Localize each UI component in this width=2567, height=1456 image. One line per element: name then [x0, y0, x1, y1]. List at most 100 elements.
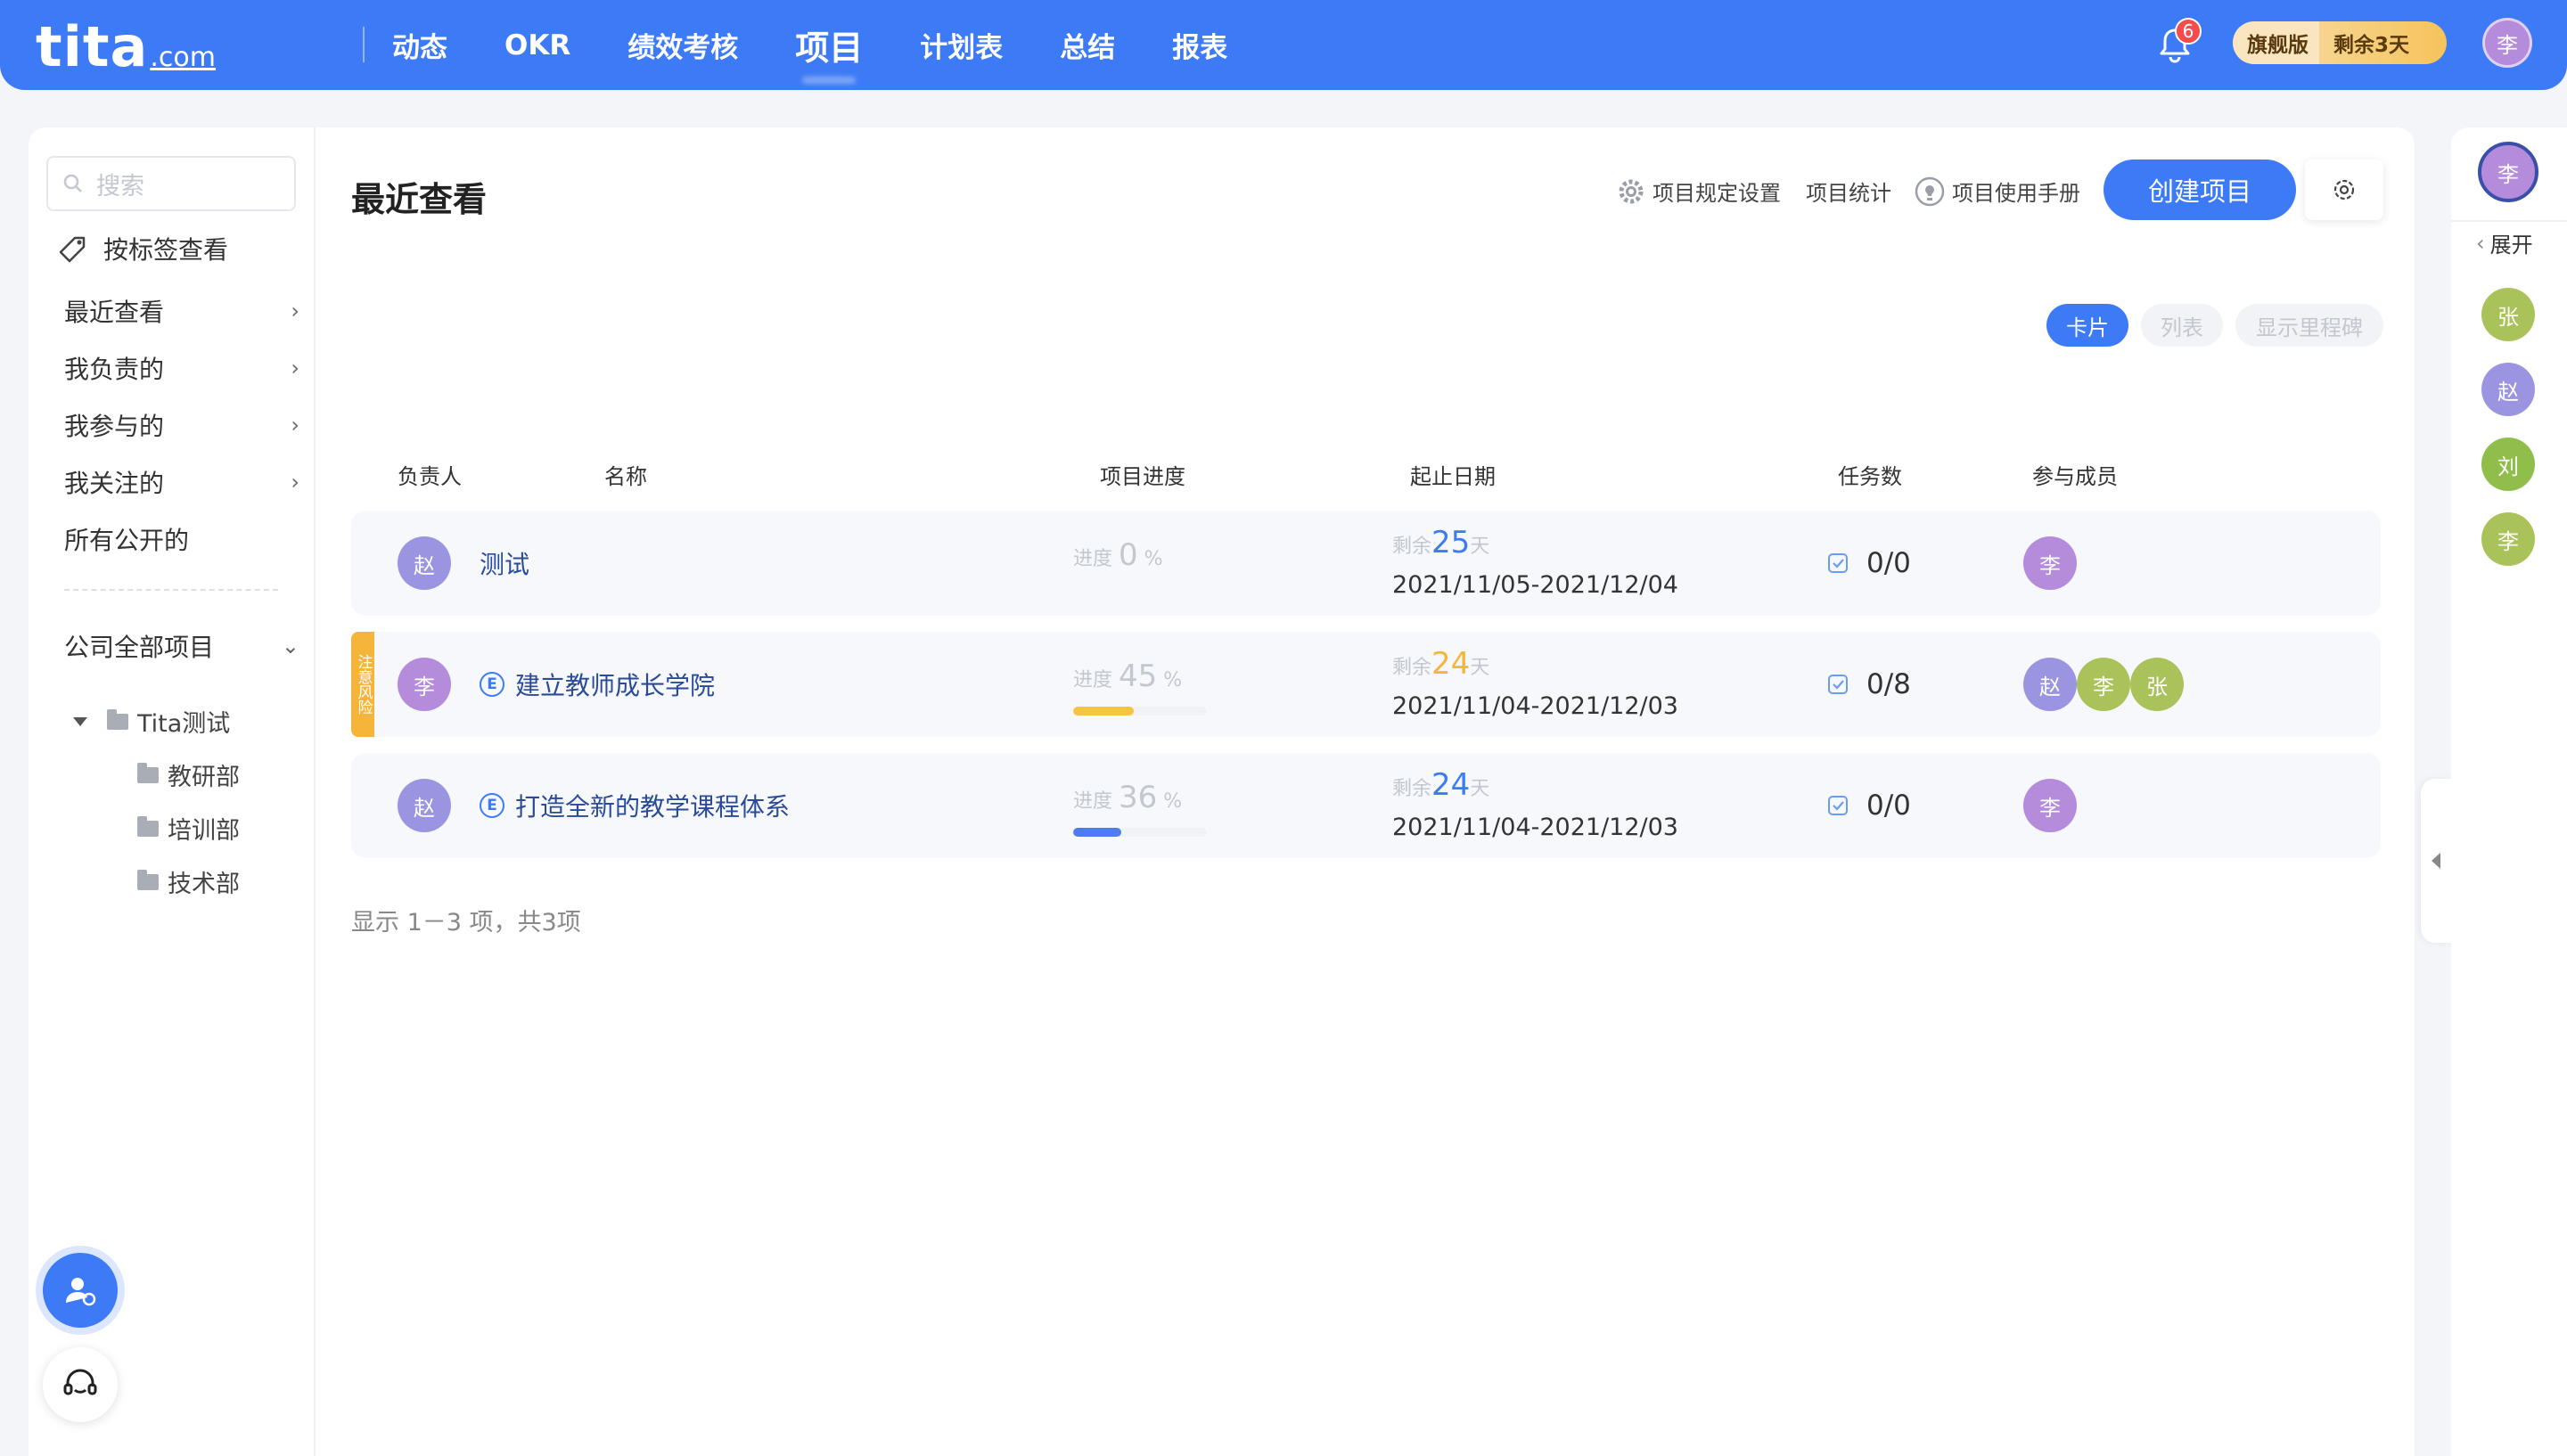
nav-item-summary[interactable]: 总结: [1060, 25, 1115, 65]
remaining-value: 24: [1431, 646, 1471, 682]
nav-item-feed[interactable]: 动态: [392, 25, 447, 65]
task-check-icon: [1828, 675, 1848, 694]
search-icon: [63, 174, 82, 192]
percent-sign: %: [1163, 669, 1183, 691]
table-row[interactable]: 注意风险 李 E 建立教师成长学院 进度 45 % 剩余24天 2021/11/0…: [351, 632, 2381, 737]
member-avatar[interactable]: 李: [2077, 658, 2130, 711]
owner-avatar: 赵: [398, 536, 451, 590]
main-nav: 动态 OKR 绩效考核 项目 计划表 总结 报表: [392, 0, 1284, 90]
member-avatar[interactable]: 张: [2130, 658, 2184, 711]
task-count[interactable]: 0/0: [1827, 511, 1911, 616]
expand-label: 展开: [2489, 233, 2533, 258]
customer-service-button[interactable]: [43, 1347, 118, 1422]
pagination-summary: 显示 1－3 项，共3项: [351, 909, 581, 937]
create-project-button[interactable]: 创建项目: [2104, 160, 2296, 220]
remaining-value: 25: [1431, 525, 1471, 560]
progress-bar: [1073, 828, 1207, 837]
right-member-panel: 李 ‹ 展开 张 赵 刘 李: [2451, 127, 2567, 1456]
sidebar-item-company-projects[interactable]: 公司全部项目 ⌄: [64, 628, 305, 664]
member-avatar[interactable]: 赵: [2023, 658, 2077, 711]
logo-suffix: .com: [150, 42, 216, 73]
member-avatar[interactable]: 赵: [2481, 363, 2535, 416]
tag-view-link[interactable]: 按标签查看: [55, 231, 228, 266]
remaining-days: 剩余24天: [1392, 646, 1489, 682]
percent-sign: %: [1163, 790, 1183, 813]
table-row[interactable]: 赵 测试 进度 0 % 剩余25天 2021/11/05-2021/12/04 …: [351, 511, 2381, 616]
tita-logo[interactable]: tita .com: [36, 14, 216, 79]
remaining-prefix: 剩余: [1392, 778, 1432, 800]
sidebar-item-label: 我负责的: [64, 355, 165, 384]
member-avatar[interactable]: 李: [2481, 512, 2535, 566]
member-avatar[interactable]: 李: [2023, 536, 2077, 590]
member-avatar[interactable]: 刘: [2481, 438, 2535, 491]
member-list: 李: [2023, 779, 2077, 832]
tree-item-research[interactable]: 教研部: [137, 757, 240, 792]
search-input[interactable]: 搜索: [46, 156, 296, 211]
remaining-value: 24: [1431, 767, 1471, 803]
task-count[interactable]: 0/8: [1827, 632, 1911, 737]
chevron-right-icon: ›: [291, 356, 299, 380]
tab-card-view[interactable]: 卡片: [2046, 304, 2128, 347]
sidebar-item-followed[interactable]: 我关注的 ›: [64, 464, 305, 500]
risk-tag: 注意风险: [351, 632, 374, 737]
logo-main: tita: [36, 14, 149, 79]
tree-root[interactable]: Tita测试: [73, 704, 230, 739]
plan-label: 旗舰版: [2233, 21, 2319, 64]
nav-item-performance[interactable]: 绩效考核: [627, 25, 738, 65]
nav-item-projects[interactable]: 项目: [795, 20, 863, 70]
sidebar-item-label: 我关注的: [64, 469, 165, 498]
tree-item-training[interactable]: 培训部: [137, 811, 240, 846]
project-stats-button[interactable]: 项目统计: [1806, 176, 1891, 207]
remaining-days: 剩余25天: [1392, 525, 1489, 560]
settings-icon: [2333, 179, 2355, 200]
top-navigation-bar: tita .com 动态 OKR 绩效考核 项目 计划表 总结 报表 6 旗舰版…: [0, 0, 2567, 90]
folder-icon: [107, 708, 128, 730]
remaining-prefix: 剩余: [1392, 536, 1432, 558]
member-avatar[interactable]: 张: [2481, 288, 2535, 341]
collapse-handle[interactable]: [2421, 779, 2451, 943]
project-rules-button[interactable]: 项目规定设置: [1617, 176, 1781, 207]
current-user-avatar[interactable]: 李: [2478, 142, 2538, 202]
project-name[interactable]: E 打造全新的教学课程体系: [480, 753, 790, 858]
tag-icon: [59, 236, 86, 263]
sidebar-item-participated[interactable]: 我参与的 ›: [64, 407, 305, 443]
task-count[interactable]: 0/0: [1827, 753, 1911, 858]
nav-item-reports[interactable]: 报表: [1172, 25, 1227, 65]
project-manual-button[interactable]: 项目使用手册: [1915, 176, 2080, 207]
tree-item-label: 培训部: [168, 817, 240, 845]
project-name[interactable]: E 建立教师成长学院: [480, 632, 715, 737]
sidebar-item-public[interactable]: 所有公开的: [64, 521, 305, 557]
user-avatar[interactable]: 李: [2482, 18, 2532, 68]
nav-item-plans[interactable]: 计划表: [920, 25, 1003, 65]
plan-trial-badge[interactable]: 旗舰版 剩余3天: [2233, 21, 2447, 64]
chevron-right-icon: ›: [291, 413, 299, 438]
tree-root-label: Tita测试: [137, 710, 231, 738]
progress-fill: [1073, 828, 1121, 837]
gear-icon: [1619, 179, 1644, 203]
tab-show-milestones[interactable]: 显示里程碑: [2235, 304, 2383, 347]
column-header-progress: 项目进度: [1100, 464, 1185, 489]
tree-item-tech[interactable]: 技术部: [137, 864, 240, 899]
sidebar-item-label: 我参与的: [64, 412, 165, 441]
sidebar-divider: [64, 589, 278, 591]
column-header-name: 名称: [604, 464, 647, 489]
column-header-members: 参与成员: [2032, 464, 2118, 489]
invite-user-button[interactable]: [43, 1253, 118, 1328]
project-manual-label: 项目使用手册: [1952, 181, 2080, 206]
project-name[interactable]: 测试: [480, 511, 529, 616]
settings-button[interactable]: [2305, 160, 2383, 220]
nav-item-okr[interactable]: OKR: [504, 29, 570, 61]
chevron-down-icon: ⌄: [281, 634, 299, 658]
remaining-prefix: 剩余: [1392, 657, 1432, 679]
date-range: 2021/11/05-2021/12/04: [1392, 571, 1678, 599]
task-count-value: 0/8: [1866, 668, 1911, 700]
caret-down-icon: [73, 716, 87, 726]
sidebar-item-owned[interactable]: 我负责的 ›: [64, 350, 305, 386]
tab-list-view[interactable]: 列表: [2141, 304, 2223, 347]
table-row[interactable]: 赵 E 打造全新的教学课程体系 进度 36 % 剩余24天 2021/11/04-…: [351, 753, 2381, 858]
sidebar-item-recent[interactable]: 最近查看 ›: [64, 293, 305, 329]
task-count-value: 0/0: [1866, 547, 1911, 579]
member-avatar[interactable]: 李: [2023, 779, 2077, 832]
expand-button[interactable]: ‹ 展开: [2476, 227, 2533, 258]
headset-icon: [63, 1369, 97, 1395]
